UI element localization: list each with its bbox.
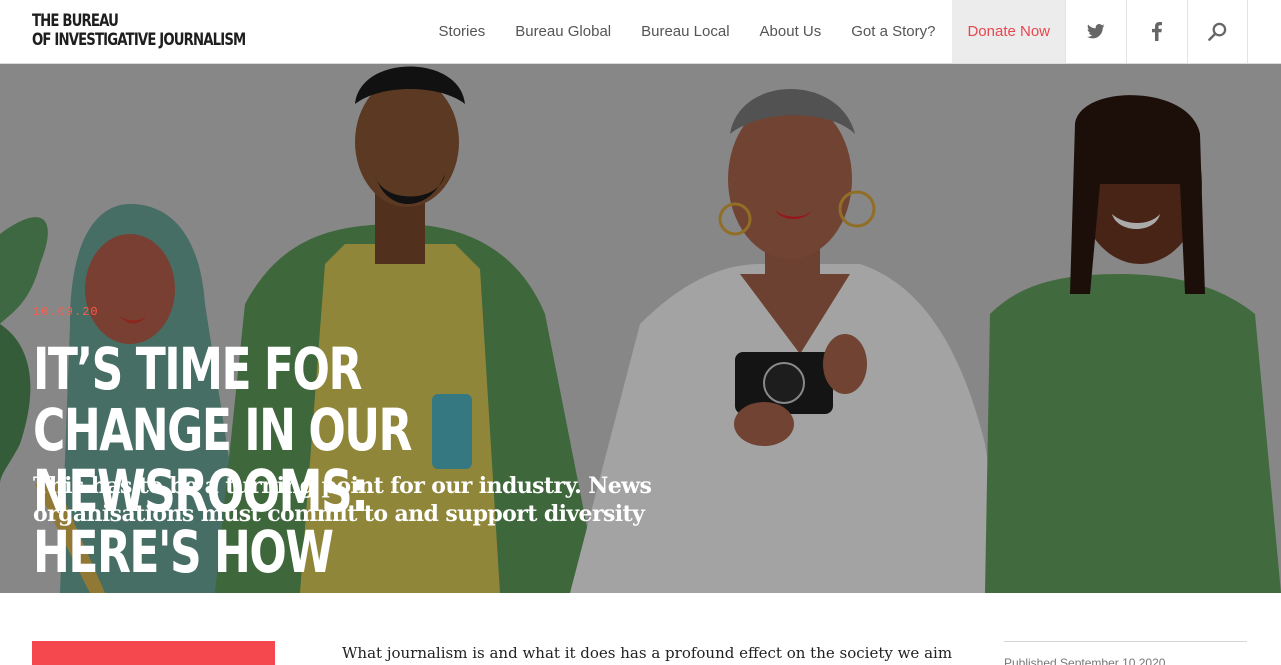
article-subtitle: This has to be a turning point for our i… [33, 473, 652, 527]
article-intro: What journalism is and what it does has … [342, 644, 953, 662]
meta-divider [1004, 641, 1247, 642]
donate-button[interactable]: Donate Now [952, 0, 1065, 63]
facebook-button[interactable] [1126, 0, 1187, 63]
nav-about-us[interactable]: About Us [745, 0, 837, 63]
nav-stories[interactable]: Stories [424, 0, 501, 63]
published-date: Published September 10 2020 [1004, 656, 1166, 665]
article-title[interactable]: IT’S TIME FOR CHANGE IN OUR NEWSROOMS: H… [33, 339, 535, 583]
share-bar[interactable] [32, 641, 275, 665]
nav-bureau-global[interactable]: Bureau Global [500, 0, 626, 63]
nav-bureau-local[interactable]: Bureau Local [626, 0, 744, 63]
search-icon [1208, 22, 1227, 41]
twitter-button[interactable] [1065, 0, 1126, 63]
site-logo[interactable]: THE BUREAU OF INVESTIGATIVE JOURNALISM [32, 11, 246, 50]
hero-banner[interactable]: 10.09.20 IT’S TIME FOR CHANGE IN OUR NEW… [0, 64, 1281, 593]
logo-line-1: THE BUREAU [32, 11, 119, 31]
nav-got-a-story[interactable]: Got a Story? [836, 0, 950, 63]
logo-line-2: OF INVESTIGATIVE JOURNALISM [32, 30, 246, 50]
facebook-icon [1152, 22, 1162, 41]
twitter-icon [1087, 24, 1105, 39]
search-button[interactable] [1187, 0, 1248, 63]
site-header: THE BUREAU OF INVESTIGATIVE JOURNALISM S… [0, 0, 1281, 64]
main-nav: Stories Bureau Global Bureau Local About… [424, 0, 1281, 63]
article-date: 10.09.20 [33, 305, 99, 319]
